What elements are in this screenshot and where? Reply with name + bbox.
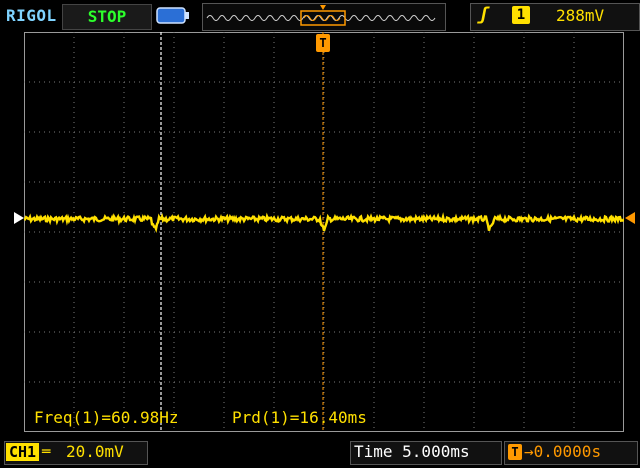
trigger-source-badge: 1 (512, 6, 530, 24)
volts-per-div: 20.0mV (66, 442, 124, 461)
trigger-offset-number: 0.0000s (533, 442, 602, 461)
graticule (24, 32, 624, 432)
channel1-ground-marker[interactable] (14, 212, 24, 224)
frequency-measurement: Freq(1)=60.98Hz (34, 408, 179, 427)
trigger-position-marker[interactable]: T (316, 34, 330, 52)
waveform-display[interactable] (24, 32, 624, 432)
memory-depth-icon (156, 7, 189, 24)
rising-edge-icon: ʃ (478, 4, 489, 25)
run-stop-indicator[interactable]: STOP (62, 4, 152, 30)
brand-logo: RIGOL (6, 6, 57, 25)
horizontal-position-bar[interactable] (202, 3, 446, 31)
period-measurement: Prd(1)=16.40ms (232, 408, 367, 427)
trigger-offset-icon: T (508, 444, 522, 460)
trigger-status-box[interactable] (470, 3, 640, 31)
channel1-label: CH1 (6, 443, 40, 461)
dc-coupling-icon: ═ (42, 444, 51, 460)
waveform-overview-icon (206, 5, 436, 26)
trigger-level-value: 288mV (556, 6, 605, 25)
timebase-value: Time 5.000ms (354, 442, 470, 461)
trigger-offset-value: →0.0000s (524, 442, 602, 461)
trigger-level-marker[interactable] (625, 212, 635, 224)
